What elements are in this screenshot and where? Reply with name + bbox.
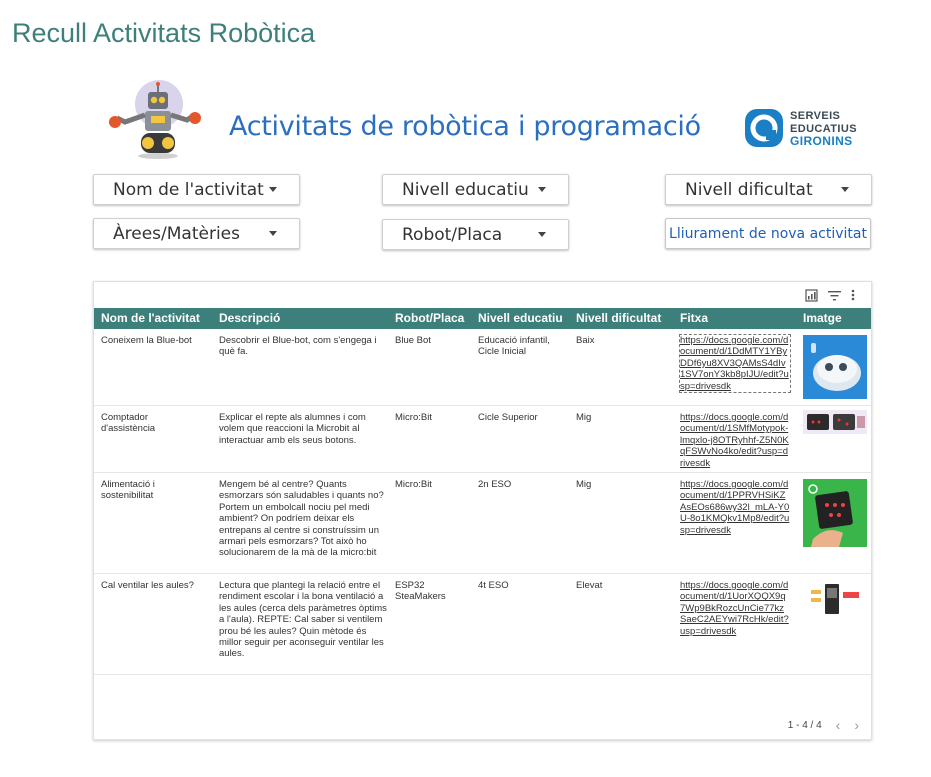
chevron-down-icon (841, 187, 849, 192)
blue-bot-image (803, 335, 867, 399)
cell-sheet: https://docs.google.com/document/d/1PPRV… (680, 479, 790, 536)
cell-description: Lectura que plantegi la relació entre el… (219, 580, 387, 660)
cell-difficulty: Mig (576, 479, 592, 490)
robot-logo-icon (109, 80, 201, 159)
cell-name: Comptador d'assistència (101, 412, 156, 435)
sheet-link[interactable]: https://docs.google.com/document/d/1PPRV… (680, 479, 789, 536)
filter-icon[interactable] (828, 290, 841, 301)
sheet-link[interactable]: https://docs.google.com/document/d/1SMfM… (680, 412, 789, 469)
cell-level: Cicle Superior (478, 412, 538, 423)
chevron-down-icon (538, 187, 546, 192)
column-header-description[interactable]: Descripció (219, 311, 280, 325)
cell-robot: Micro:Bit (395, 479, 432, 490)
cell-level: Educació infantil, Cicle Inicial (478, 335, 550, 358)
difficulty-level-dropdown[interactable]: Nivell dificultat (665, 174, 872, 205)
org-line-3: GIRONINS (790, 134, 853, 148)
difficulty-level-dropdown-label: Nivell dificultat (685, 179, 813, 200)
column-header-sheet[interactable]: Fitxa (680, 311, 708, 325)
sheet-link[interactable]: https://docs.google.com/document/d/1UorX… (680, 580, 789, 637)
microbit-image (803, 410, 867, 434)
robot-board-dropdown[interactable]: Robot/Placa (382, 219, 569, 250)
chevron-down-icon (269, 187, 277, 192)
cell-difficulty: Mig (576, 412, 592, 423)
chart-settings-icon[interactable] (805, 288, 818, 302)
cell-sheet: https://docs.google.com/document/d/1SMfM… (680, 412, 790, 469)
subject-areas-dropdown[interactable]: Àrees/Matèries (93, 218, 300, 249)
cell-level: 2n ESO (478, 479, 512, 490)
chevron-down-icon (538, 232, 546, 237)
table-row[interactable]: Comptador d'assistència Explicar el rept… (94, 406, 871, 473)
subject-areas-dropdown-label: Àrees/Matèries (113, 223, 240, 244)
org-line-1: SERVEIS (790, 110, 841, 122)
column-header-image[interactable]: Imatge (803, 311, 842, 325)
cell-robot: ESP32 SteaMakers (395, 580, 446, 603)
column-header-name[interactable]: Nom de l'activitat (101, 311, 200, 325)
activity-name-dropdown-label: Nom de l'activitat (113, 179, 264, 200)
cell-difficulty: Baix (576, 335, 595, 346)
chevron-right-icon[interactable]: › (854, 717, 859, 733)
educational-level-dropdown-label: Nivell educatiu (402, 179, 529, 200)
cell-sheet: https://docs.google.com/document/d/1UorX… (680, 580, 790, 637)
pagination: 1 - 4 / 4 ‹ › (788, 717, 859, 733)
page-title: Recull Activitats Robòtica (12, 18, 316, 48)
cell-difficulty: Elevat (576, 580, 603, 591)
table-toolbar (805, 288, 855, 302)
esp32-board-image (803, 580, 867, 620)
sheet-link[interactable]: https://docs.google.com/document/d/1DdMT… (680, 335, 789, 392)
cell-sheet: https://docs.google.com/document/d/1DdMT… (679, 333, 791, 394)
cell-description: Descobrir el Blue-bot, com s'engega i qu… (219, 335, 377, 358)
org-logo-icon (745, 109, 783, 147)
table-row[interactable]: Coneixem la Blue-bot Descobrir el Blue-b… (94, 329, 871, 406)
org-logo: SERVEIS EDUCATIUS GIRONINS (744, 108, 864, 152)
column-header-robot[interactable]: Robot/Placa (395, 311, 464, 325)
chevron-down-icon (269, 231, 277, 236)
org-logo-text: SERVEIS EDUCATIUS GIRONINS (790, 110, 857, 148)
microbit-hand-image (803, 479, 867, 547)
cell-name: Coneixem la Blue-bot (101, 335, 192, 346)
cell-description: Mengem bé al centre? Quants esmorzars só… (219, 479, 384, 559)
chevron-left-icon[interactable]: ‹ (836, 717, 841, 733)
cell-name: Cal ventilar les aules? (101, 580, 194, 591)
banner-title: Activitats de robòtica i programació (229, 111, 701, 142)
activity-name-dropdown[interactable]: Nom de l'activitat (93, 174, 300, 205)
new-activity-button[interactable]: Lliurament de nova activitat (665, 218, 871, 249)
educational-level-dropdown[interactable]: Nivell educatiu (382, 174, 569, 205)
cell-level: 4t ESO (478, 580, 509, 591)
table-row[interactable]: Alimentació i sostenibilitat Mengem bé a… (94, 473, 871, 574)
table-row[interactable]: Cal ventilar les aules? Lectura que plan… (94, 574, 871, 675)
activities-table: Nom de l'activitat Descripció Robot/Plac… (93, 281, 872, 740)
more-options-icon[interactable] (851, 289, 855, 301)
column-header-level[interactable]: Nivell educatiu (478, 311, 563, 325)
cell-description: Explicar el repte als alumnes i com vole… (219, 412, 366, 446)
pagination-range: 1 - 4 / 4 (787, 719, 822, 731)
column-header-difficulty[interactable]: Nivell dificultat (576, 311, 661, 325)
cell-robot: Blue Bot (395, 335, 431, 346)
page: Recull Activitats Robòtica Activitats de… (0, 0, 931, 777)
cell-robot: Micro:Bit (395, 412, 432, 423)
cell-name: Alimentació i sostenibilitat (101, 479, 155, 502)
table-header: Nom de l'activitat Descripció Robot/Plac… (94, 308, 871, 329)
robot-board-dropdown-label: Robot/Placa (402, 224, 503, 245)
